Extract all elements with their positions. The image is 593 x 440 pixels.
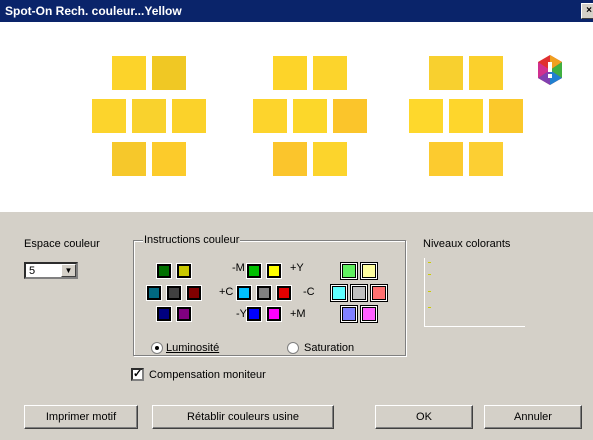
color-instruction-swatch[interactable] xyxy=(237,286,251,300)
yellow-swatch[interactable] xyxy=(112,56,146,90)
yellow-swatch[interactable] xyxy=(449,99,483,133)
ok-button[interactable]: OK xyxy=(375,405,473,429)
sign-plus-c: +C xyxy=(219,286,234,298)
radio-dot xyxy=(155,346,159,350)
monitor-compensation-label[interactable]: Compensation moniteur xyxy=(149,369,266,381)
sign-minus-m: -M xyxy=(232,262,245,274)
yellow-swatch[interactable] xyxy=(469,56,503,90)
reset-colors-button[interactable]: Rétablir couleurs usine xyxy=(152,405,334,429)
color-instruction-swatch[interactable] xyxy=(177,307,191,321)
yellow-swatch[interactable] xyxy=(152,142,186,176)
monitor-compensation-checkbox[interactable]: ✓ xyxy=(131,368,144,381)
radio-saturation-label[interactable]: Saturation xyxy=(304,342,354,354)
checkmark-icon: ✓ xyxy=(133,368,143,380)
yellow-swatch[interactable] xyxy=(92,99,126,133)
color-instruction-swatch[interactable] xyxy=(187,286,201,300)
color-instruction-swatch[interactable] xyxy=(267,307,281,321)
color-instruction-swatch[interactable] xyxy=(257,286,271,300)
sign-plus-y: +Y xyxy=(290,262,304,274)
color-space-label: Espace couleur xyxy=(24,238,100,250)
color-instruction-swatch[interactable] xyxy=(167,286,181,300)
close-button[interactable]: × xyxy=(581,3,593,19)
levels-tick xyxy=(428,262,431,263)
yellow-swatch[interactable] xyxy=(253,99,287,133)
preview-area xyxy=(0,22,593,212)
yellow-swatch[interactable] xyxy=(429,56,463,90)
levels-tick xyxy=(428,307,431,308)
yellow-swatch[interactable] xyxy=(132,99,166,133)
color-instruction-swatch[interactable] xyxy=(277,286,291,300)
yellow-swatch[interactable] xyxy=(293,99,327,133)
color-instruction-swatch[interactable] xyxy=(157,264,171,278)
color-space-value: 5 xyxy=(29,265,36,277)
color-instruction-swatch[interactable] xyxy=(267,264,281,278)
chevron-down-icon[interactable]: ▼ xyxy=(61,264,76,277)
yellow-swatch[interactable] xyxy=(273,142,307,176)
color-wheel-icon xyxy=(538,55,562,85)
title-bar: Spot-On Rech. couleur...Yellow × xyxy=(0,0,593,22)
sign-minus-y: -Y xyxy=(236,308,247,320)
color-instruction-swatch[interactable] xyxy=(247,307,261,321)
color-instruction-swatch[interactable] xyxy=(342,307,356,321)
color-instruction-swatch[interactable] xyxy=(372,286,386,300)
yellow-swatch[interactable] xyxy=(429,142,463,176)
radio-luminosity[interactable] xyxy=(151,342,163,354)
color-instruction-swatch[interactable] xyxy=(247,264,261,278)
print-pattern-button[interactable]: Imprimer motif xyxy=(24,405,138,429)
color-instruction-swatch[interactable] xyxy=(177,264,191,278)
color-space-select[interactable]: 5 ▼ xyxy=(24,262,78,279)
radio-luminosity-label[interactable]: Luminosité xyxy=(166,342,219,354)
yellow-swatch[interactable] xyxy=(313,56,347,90)
yellow-swatch[interactable] xyxy=(172,99,206,133)
levels-label: Niveaux colorants xyxy=(423,238,511,250)
color-instruction-swatch[interactable] xyxy=(332,286,346,300)
color-instruction-swatch[interactable] xyxy=(362,307,376,321)
color-instruction-swatch[interactable] xyxy=(157,307,171,321)
yellow-swatch[interactable] xyxy=(469,142,503,176)
color-instruction-swatch[interactable] xyxy=(147,286,161,300)
color-instruction-swatch[interactable] xyxy=(362,264,376,278)
sign-minus-c: -C xyxy=(303,286,315,298)
cancel-button[interactable]: Annuler xyxy=(484,405,582,429)
radio-saturation[interactable] xyxy=(287,342,299,354)
sign-plus-m: +M xyxy=(290,308,306,320)
yellow-swatch[interactable] xyxy=(409,99,443,133)
levels-tick xyxy=(428,291,431,292)
yellow-swatch[interactable] xyxy=(333,99,367,133)
window-title: Spot-On Rech. couleur...Yellow xyxy=(5,4,182,18)
yellow-swatch[interactable] xyxy=(152,56,186,90)
yellow-swatch[interactable] xyxy=(112,142,146,176)
levels-tick xyxy=(428,274,431,275)
levels-graph xyxy=(424,258,525,327)
instructions-legend: Instructions couleur xyxy=(143,234,241,246)
yellow-swatch[interactable] xyxy=(313,142,347,176)
yellow-swatch[interactable] xyxy=(273,56,307,90)
color-instruction-swatch[interactable] xyxy=(342,264,356,278)
yellow-swatch[interactable] xyxy=(489,99,523,133)
color-instruction-swatch[interactable] xyxy=(352,286,366,300)
